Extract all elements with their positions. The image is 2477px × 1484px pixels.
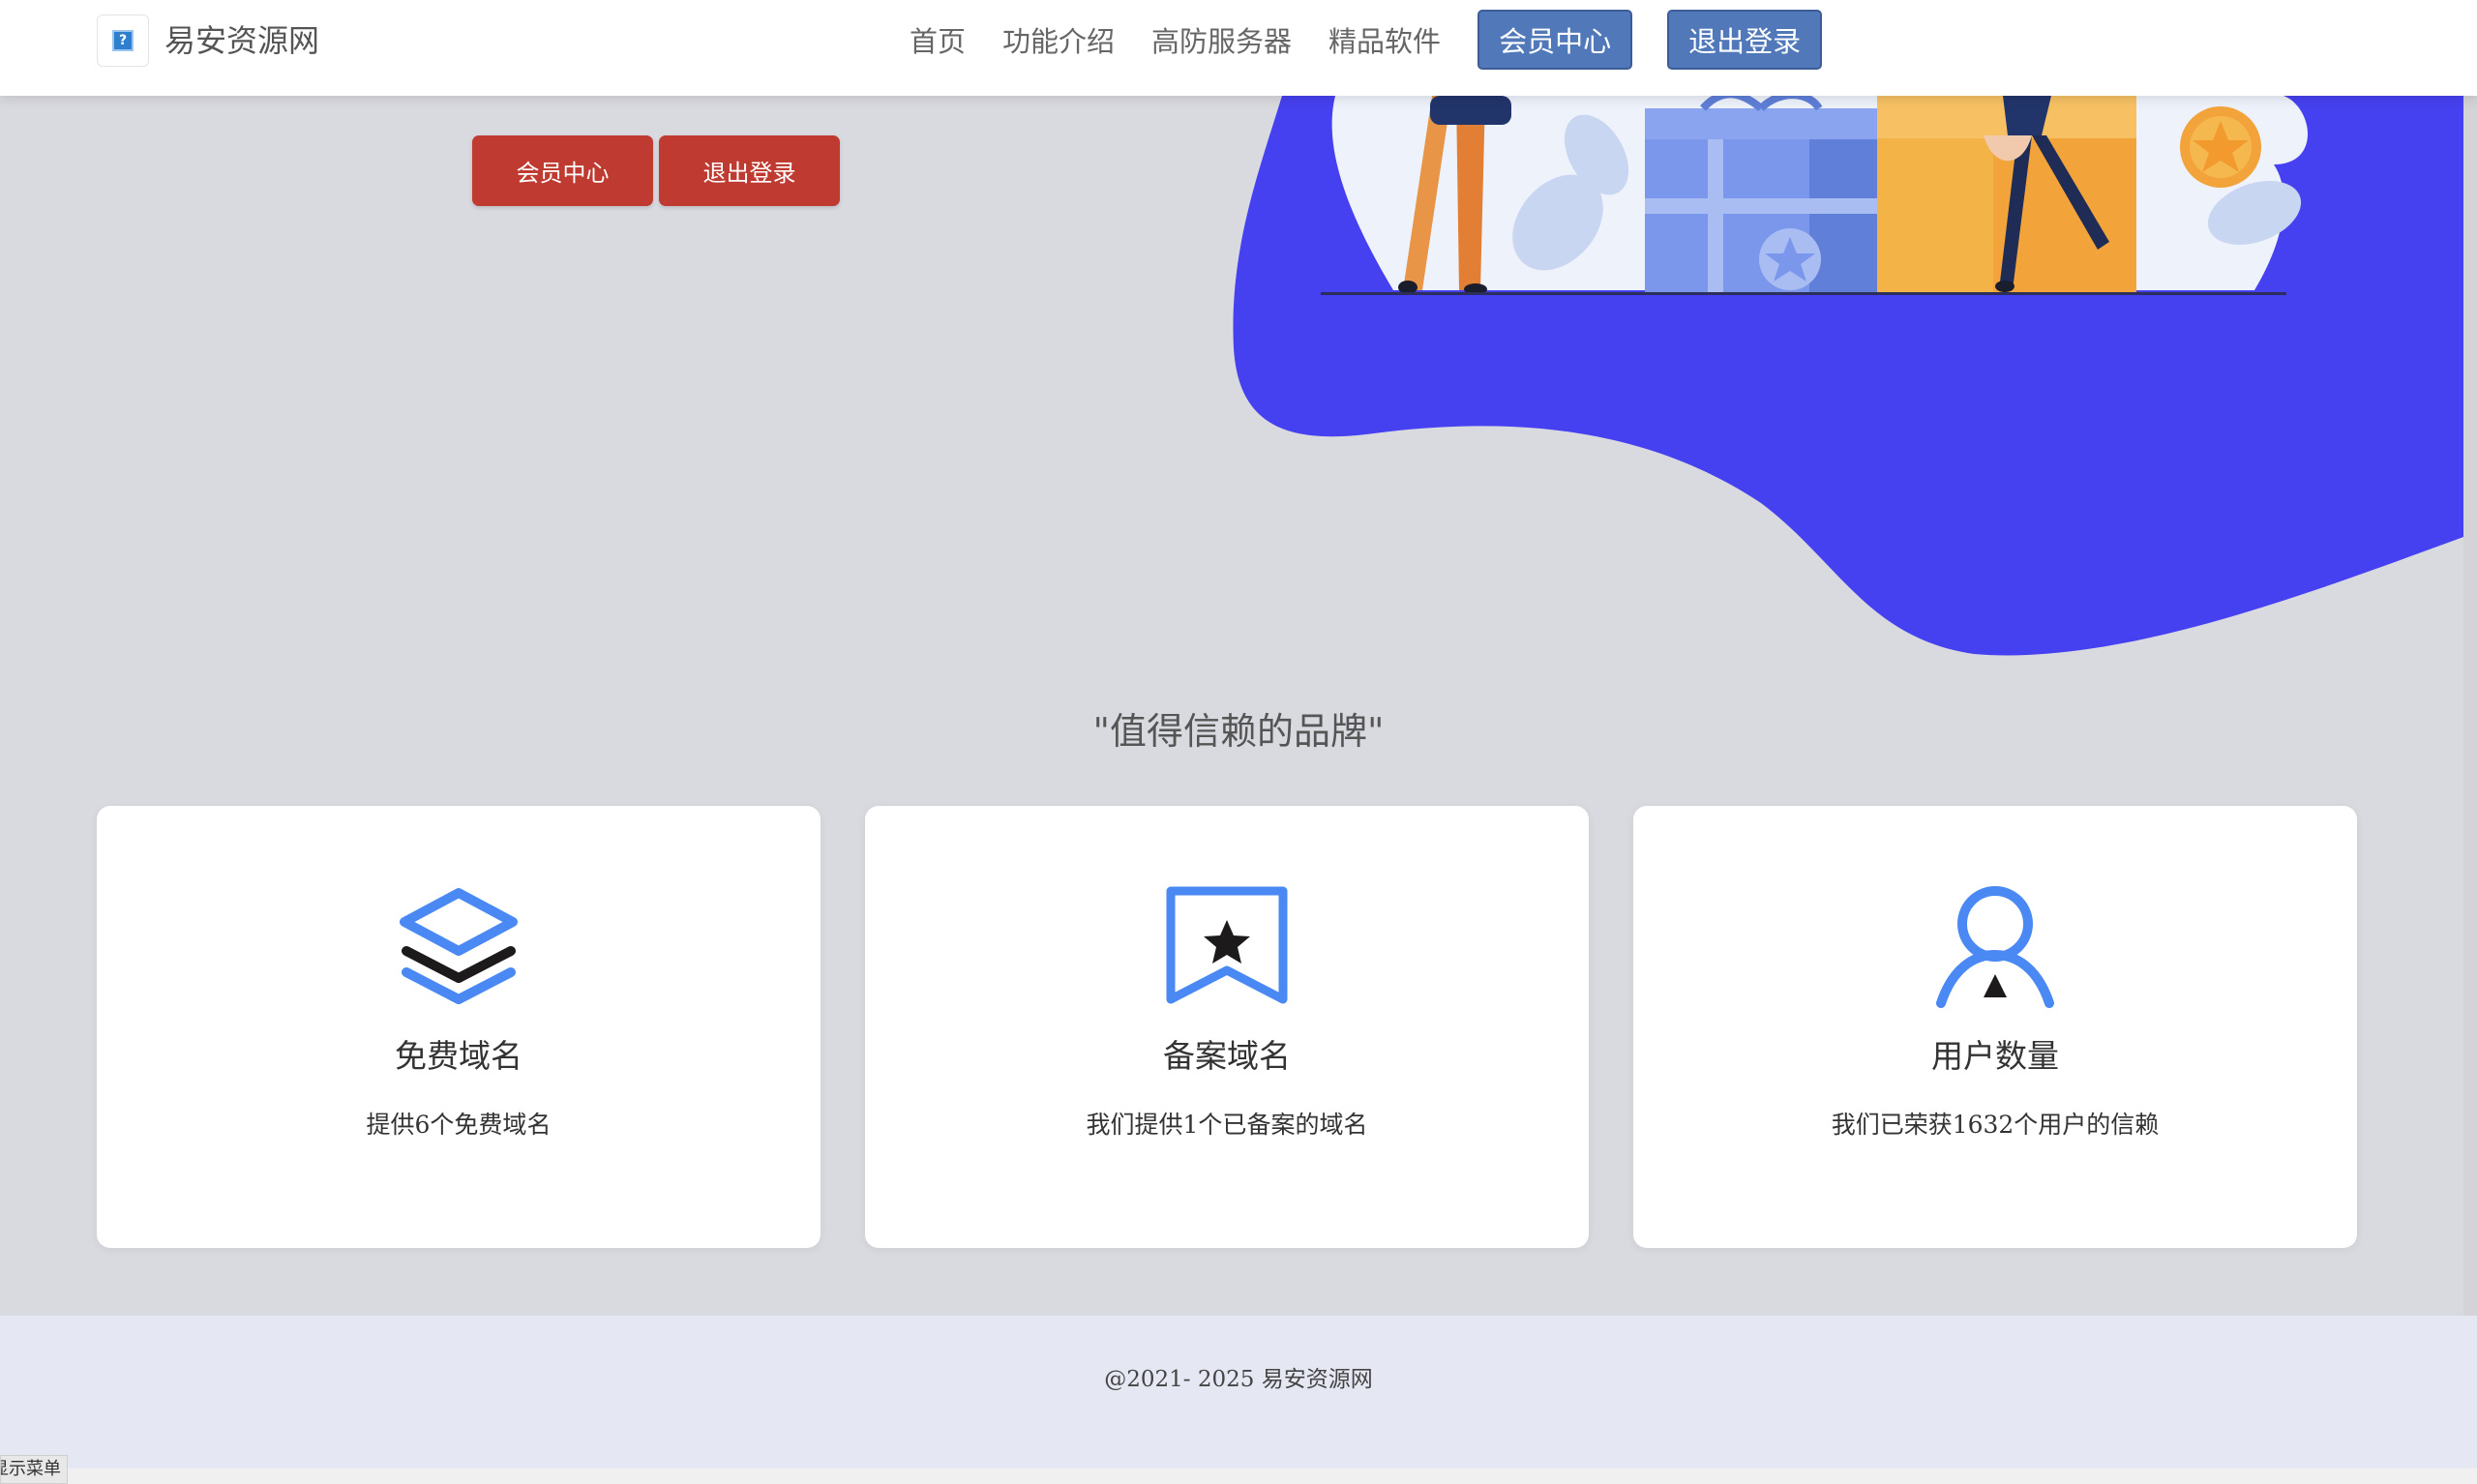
nav-home[interactable]: 首页: [910, 19, 966, 60]
feature-title: 备案域名: [1163, 1037, 1291, 1075]
nav-member-center-button[interactable]: 会员中心: [1477, 10, 1633, 70]
footer: @2021- 2025 易安资源网: [0, 1316, 2477, 1469]
bookmark-star-icon: [1166, 886, 1288, 1004]
hero-illustration: [1233, 90, 2477, 656]
feature-title: 免费域名: [395, 1037, 522, 1075]
show-menu-button[interactable]: 显示菜单: [0, 1455, 68, 1484]
feature-title: 用户数量: [1931, 1037, 2059, 1075]
nav-servers[interactable]: 高防服务器: [1151, 19, 1292, 60]
hero-logout-button[interactable]: 退出登录: [659, 135, 840, 206]
feature-description: 我们提供1个已备案的域名: [1086, 1111, 1368, 1139]
main-nav: 首页 功能介绍 高防服务器 精品软件 会员中心 退出登录: [910, 10, 1857, 70]
user-icon: [1936, 886, 2054, 1008]
feature-description: 提供6个免费域名: [366, 1111, 552, 1139]
section-title: "值得信赖的品牌": [1092, 710, 1385, 753]
hero-member-center-button[interactable]: 会员中心: [472, 135, 653, 206]
broken-image-icon: ?: [112, 30, 134, 51]
nav-features[interactable]: 功能介绍: [1002, 19, 1115, 60]
feature-card-registered-domain: 备案域名 我们提供1个已备案的域名: [865, 806, 1589, 1248]
top-navbar: ? 易安资源网 首页 功能介绍 高防服务器 精品软件 会员中心 退出登录: [0, 0, 2477, 96]
layers-icon: [400, 888, 518, 1004]
site-logo[interactable]: ?: [97, 15, 149, 67]
nav-logout-button[interactable]: 退出登录: [1667, 10, 1823, 70]
feature-description: 我们已荣获1632个用户的信赖: [1831, 1111, 2160, 1139]
copyright-text: @2021- 2025 易安资源网: [1104, 1367, 1373, 1392]
feature-card-free-domain: 免费域名 提供6个免费域名: [97, 806, 821, 1248]
feature-card-user-count: 用户数量 我们已荣获1632个用户的信赖: [1633, 806, 2357, 1248]
bottom-bar: [0, 1469, 2477, 1484]
site-title[interactable]: 易安资源网: [164, 19, 319, 62]
nav-software[interactable]: 精品软件: [1328, 19, 1441, 60]
